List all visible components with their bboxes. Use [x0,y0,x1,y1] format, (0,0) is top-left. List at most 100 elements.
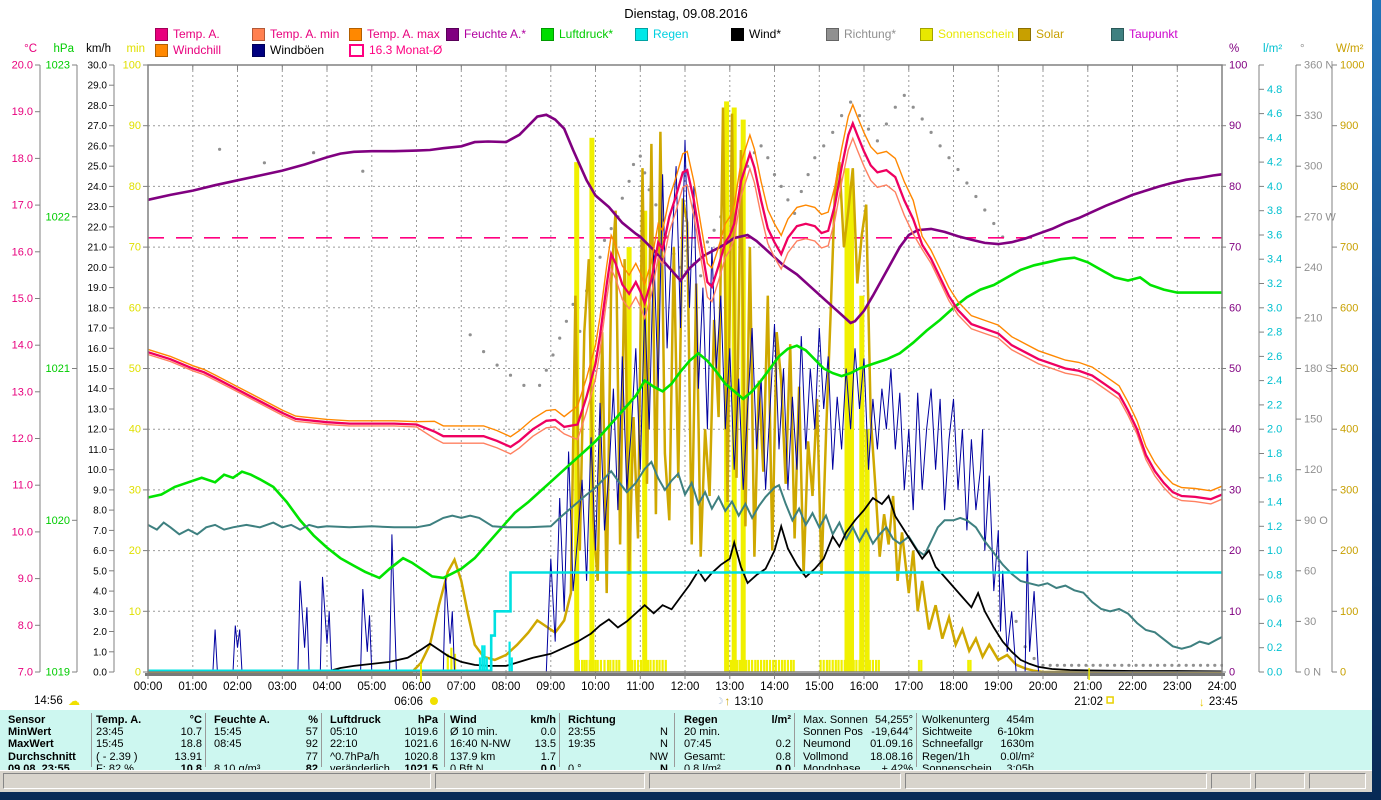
table-col-header: Wind km/h [450,714,556,726]
svg-text:23.0: 23.0 [88,202,108,213]
svg-text:1.4: 1.4 [1267,497,1282,509]
svg-text:0.4: 0.4 [1267,618,1282,630]
stats-table: Sensor MinWert MaxWert Durchschnitt 09.08. 2… [0,710,1372,775]
svg-text:60: 60 [1229,302,1241,314]
svg-text:2.2: 2.2 [1267,399,1282,411]
svg-text:min: min [126,43,145,55]
svg-text:20:00: 20:00 [1029,681,1058,693]
series-regen-bars [478,641,513,672]
table-row: 137.9 km 1.7 [450,750,556,763]
svg-text:11:00: 11:00 [626,681,654,693]
table-row: 23:55 N [568,726,668,739]
svg-text:80: 80 [129,181,141,193]
svg-text:1000: 1000 [1340,60,1364,72]
moon-icon: ☽ [715,696,723,706]
svg-text:23:00: 23:00 [1163,681,1192,693]
table-separator [321,713,322,767]
svg-text:09:00: 09:00 [536,681,565,693]
table-separator [794,713,795,767]
svg-text:0.0: 0.0 [1267,667,1282,679]
sunrise-time: 06:06 [394,696,423,708]
svg-text:100: 100 [123,60,141,72]
table-separator [444,713,445,767]
svg-text:18.0: 18.0 [88,303,108,314]
svg-text:3.2: 3.2 [1267,278,1282,290]
table-row: Wolkenunterg 454m [922,714,1034,726]
axis-: 0 N306090 O120150180 S210240270 W3003303… [1295,43,1336,679]
svg-text:1.6: 1.6 [1267,472,1282,484]
table-row: Neumond 01.09.16 [803,738,913,751]
status-panel-3 [905,773,1207,789]
axis-Wm: 0 100 200 300 400 500 600 700 800 900 1000 W/m² [1331,43,1364,679]
svg-text:20.0: 20.0 [12,60,33,72]
svg-text:11.0: 11.0 [88,445,107,456]
svg-text:7.0: 7.0 [93,526,107,537]
svg-text:180 S: 180 S [1304,363,1333,375]
svg-text:300: 300 [1340,484,1358,496]
svg-text:50: 50 [1229,363,1241,375]
table-col-header: Temp. A. °C [96,714,202,726]
table-row: Sichtweite 6-10km [922,726,1034,739]
svg-text:4.6: 4.6 [1267,108,1282,120]
svg-text:60: 60 [1304,565,1316,577]
svg-text:25.0: 25.0 [88,162,108,173]
svg-text:3.4: 3.4 [1267,254,1282,266]
sunset-square-icon [1106,696,1114,704]
svg-text:15.0: 15.0 [12,293,33,305]
svg-text:30: 30 [1229,484,1241,496]
app-window: Dienstag, 09.08.2016 Temp. A. Temp. A. mi… [0,0,1372,792]
svg-text:8.0: 8.0 [18,620,33,632]
svg-text:03:00: 03:00 [268,681,297,693]
svg-text:3.8: 3.8 [1267,205,1282,217]
svg-text:9.0: 9.0 [18,573,33,585]
table-col-regen: Regen l/m² 20 min. 07:45 0.2 Gesamt: 0.8 0.8 l/… [684,714,791,775]
svg-text:27.0: 27.0 [88,121,108,132]
status-panel-5 [1255,773,1305,789]
svg-text:l/m²: l/m² [1263,43,1282,55]
sunset-time: 21:02 [1074,696,1103,708]
svg-text:20: 20 [1229,545,1241,557]
svg-text:90: 90 [129,120,141,132]
svg-text:1022: 1022 [46,211,70,223]
svg-text:400: 400 [1340,424,1358,436]
table-col-header: Luftdruck hPa [330,714,438,726]
table-row: 16:40 N-NW 13.5 [450,738,556,751]
svg-text:300: 300 [1304,161,1322,173]
svg-text:14.0: 14.0 [12,340,33,352]
svg-text:10: 10 [1229,606,1241,618]
svg-text:13:00: 13:00 [715,681,744,693]
svg-text:km/h: km/h [86,43,111,55]
table-row: Regen/1h 0.0l/m² [922,750,1034,763]
axis-hPa: 1019 1020 1021 1022 1023 hPa [46,43,78,679]
table-row: Vollmond 18.08.16 [803,750,913,763]
status-bar [0,770,1372,792]
table-row: Gesamt: 0.8 [684,750,791,763]
svg-text:07:00: 07:00 [447,681,476,693]
table-row: 77 [305,750,318,763]
svg-text:10.0: 10.0 [88,465,108,476]
svg-text:2.6: 2.6 [1267,351,1282,363]
table-col-sensor: Sensor MinWert MaxWert Durchschnitt 09.08. 2… [8,714,92,775]
svg-text:19.0: 19.0 [12,106,33,118]
svg-text:0: 0 [135,667,141,679]
svg-text:4.2: 4.2 [1267,157,1282,169]
svg-text:16:00: 16:00 [850,681,879,693]
table-col-header: Feuchte A.% [214,714,318,726]
svg-text:1019: 1019 [46,667,70,679]
svg-text:3.0: 3.0 [93,607,107,618]
svg-text:70: 70 [1229,242,1241,254]
table-col-info-1: Wolkenunterg 454m Sichtweite 6-10km Schneefa… [922,714,1034,775]
table-row: 15:45 18.8 [96,738,202,751]
svg-text:0.0: 0.0 [93,668,107,679]
svg-text:1020: 1020 [46,515,70,527]
svg-text:04:00: 04:00 [313,681,342,693]
svg-text:0.2: 0.2 [1267,642,1282,654]
table-col-luftdruck: Luftdruck hPa 05:10 1019.6 22:10 1021.6 ^0.7hP… [330,714,438,775]
svg-text:13.0: 13.0 [12,386,33,398]
svg-text:90 O: 90 O [1304,515,1328,527]
solar-noon-time: 13:10 [734,696,763,708]
table-row: Schneefallgr 1630m [922,738,1034,751]
svg-text:360 N: 360 N [1304,60,1333,72]
svg-text:12.0: 12.0 [88,425,108,436]
status-panel-1 [435,773,645,789]
